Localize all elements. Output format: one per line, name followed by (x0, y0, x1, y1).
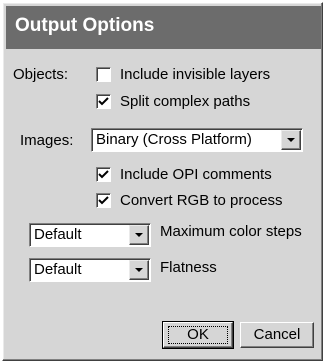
image-format-value: Binary (Cross Platform) (96, 131, 252, 148)
title-bar: Output Options (6, 6, 321, 49)
flatness-dropdown-button[interactable] (129, 260, 149, 280)
convert-rgb-to-process-checkbox[interactable] (96, 193, 111, 208)
ok-button[interactable]: OK (162, 321, 234, 349)
chevron-down-icon (135, 233, 143, 237)
color-steps-value: Default (34, 226, 82, 243)
color-steps-label: Maximum color steps (160, 223, 302, 240)
color-steps-select[interactable]: Default (29, 223, 151, 247)
checkmark-icon (98, 170, 109, 179)
checkmark-icon (98, 97, 109, 106)
focus-ring (168, 326, 228, 344)
flatness-label: Flatness (160, 259, 217, 276)
checkmark-icon (98, 196, 109, 205)
flatness-select[interactable]: Default (29, 258, 151, 282)
images-label: Images: (20, 132, 74, 149)
dialog-title: Output Options (15, 15, 155, 36)
split-complex-paths-checkbox[interactable] (96, 94, 111, 109)
include-opi-comments-checkbox[interactable] (96, 167, 111, 182)
image-format-select[interactable]: Binary (Cross Platform) (91, 128, 303, 152)
chevron-down-icon (135, 268, 143, 272)
cancel-button-label: Cancel (253, 326, 301, 343)
cancel-button[interactable]: Cancel (240, 322, 314, 348)
include-opi-comments-label[interactable]: Include OPI comments (120, 166, 272, 183)
include-invisible-layers-label[interactable]: Include invisible layers (120, 66, 270, 83)
objects-label: Objects: (13, 66, 69, 83)
chevron-down-icon (287, 138, 295, 142)
color-steps-dropdown-button[interactable] (129, 225, 149, 245)
image-format-dropdown-button[interactable] (281, 130, 301, 150)
split-complex-paths-label[interactable]: Split complex paths (120, 93, 250, 110)
include-invisible-layers-checkbox[interactable] (96, 67, 111, 82)
convert-rgb-to-process-label[interactable]: Convert RGB to process (120, 192, 283, 209)
flatness-value: Default (34, 261, 82, 278)
